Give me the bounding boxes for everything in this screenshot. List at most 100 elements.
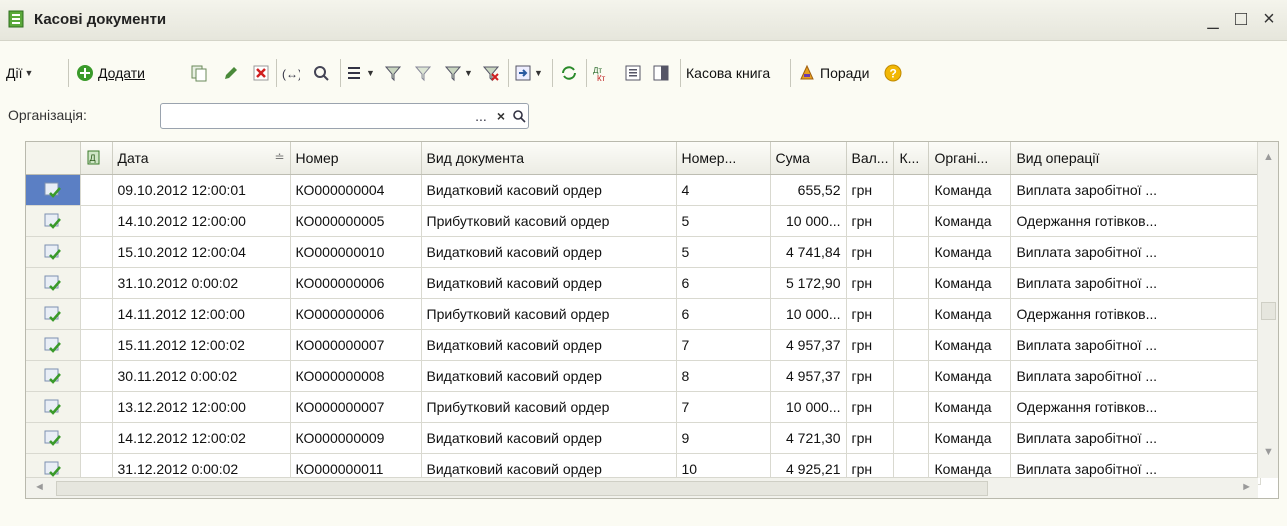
delete-button[interactable] [252,53,270,93]
organization-column-header[interactable]: Органі... [928,142,1012,175]
add-button[interactable]: Додати [76,53,145,93]
create-based-on-button[interactable]: ▼ [514,53,543,93]
organization-label: Організація: [8,107,87,123]
currency-column-header[interactable]: Вал... [846,142,895,175]
refresh-button[interactable] [560,53,578,93]
table-row[interactable]: 31.10.2012 0:00:02 КО000000006 Видатковий … [26,267,1262,299]
incoming-number-cell: 8 [676,360,771,392]
organization-cell: Команда [928,422,1012,454]
svg-text:Д: Д [89,153,95,163]
comment-column-header[interactable]: К... [893,142,930,175]
svg-text:(↔): (↔) [282,67,300,81]
amount-cell: 4 957,37 [770,360,847,392]
number-column-header[interactable]: Номер [290,142,422,175]
close-button[interactable]: × [1257,6,1281,32]
search-icon[interactable] [512,109,526,123]
clear-filter-button[interactable] [482,53,500,93]
edit-button[interactable] [222,53,240,93]
debit-credit-icon: ДтКт [593,66,606,82]
table-row[interactable]: 15.11.2012 12:00:02 КО000000007 Видатковий… [26,329,1262,361]
amount-column-header[interactable]: Сума [770,142,847,175]
comment-cell [893,360,930,392]
currency-cell: грн [846,205,895,237]
organization-cell: Команда [928,360,1012,392]
date-cell: 15.11.2012 12:00:02 [112,329,291,361]
organization-cell: Команда [928,267,1012,299]
date-cell: 14.10.2012 12:00:00 [112,205,291,237]
doc-type-cell: Видатковий касовий ордер [421,422,677,454]
organization-select-button[interactable]: ... [472,106,490,126]
scroll-down-icon[interactable]: ▼ [1263,446,1274,458]
row-status-cell [26,422,81,454]
number-cell: КО000000010 [290,236,422,268]
journal-button[interactable] [624,53,642,93]
structure-button[interactable] [652,53,670,93]
doc-type-cell: Прибутковий касовий ордер [421,298,677,330]
filter-button[interactable] [384,53,402,93]
table-row[interactable]: 14.10.2012 12:00:00 КО000000005 Прибуткови… [26,205,1262,237]
delete-icon [253,65,269,81]
comment-cell [893,205,930,237]
horizontal-scroll-thumb[interactable] [56,481,988,496]
organization-clear-button[interactable]: × [492,106,510,126]
table-row[interactable]: 13.12.2012 12:00:00 КО000000007 Прибуткови… [26,391,1262,423]
table-row[interactable]: 15.10.2012 12:00:04 КО000000010 Видатковий… [26,236,1262,268]
table-row[interactable]: 14.12.2012 12:00:02 КО000000009 Видатковий… [26,422,1262,454]
posted-document-icon [44,399,61,415]
amount-cell: 10 000... [770,391,847,423]
row-status-cell [26,298,81,330]
table-row[interactable]: 14.11.2012 12:00:00 КО000000006 Прибуткови… [26,298,1262,330]
number-cell: КО000000004 [290,174,422,206]
horizontal-scrollbar[interactable]: ◄ ► [26,477,1258,498]
posted-icon: Д [87,150,99,164]
filter-history-button[interactable]: ▼ [444,53,473,93]
scroll-right-icon[interactable]: ► [1241,481,1252,493]
sort-ascending-icon: ≐ [274,150,285,164]
maximize-button[interactable]: □ [1229,6,1253,32]
vertical-scroll-thumb[interactable] [1261,302,1276,320]
interval-button[interactable]: (↔) [282,53,300,93]
posted-column-header[interactable]: Д [80,142,113,175]
table-row[interactable]: 09.10.2012 12:00:01 КО000000004 Видатковий… [26,174,1262,206]
table-row[interactable]: 30.11.2012 0:00:02 КО000000008 Видатковий … [26,360,1262,392]
vertical-scrollbar[interactable]: ▲ ▼ [1257,142,1278,478]
cash-book-button[interactable]: Касова книга [686,53,770,93]
incoming-number-cell: 6 [676,298,771,330]
organization-field[interactable]: ... × [160,103,529,129]
operation-type-column-header[interactable]: Вид операції [1010,142,1262,175]
posted-document-icon [44,213,61,229]
svg-text:Кт: Кт [597,74,606,82]
posted-document-icon [44,337,61,353]
comment-cell [893,329,930,361]
organization-cell: Команда [928,236,1012,268]
row-status-cell [26,236,81,268]
list-view-button[interactable]: ▼ [346,53,375,93]
incoming-number-column-header[interactable]: Номер... [676,142,771,175]
tips-button[interactable]: Поради [798,53,869,93]
doc-type-cell: Видатковий касовий ордер [421,360,677,392]
comment-cell [893,236,930,268]
currency-cell: грн [846,298,895,330]
actions-menu[interactable]: Дії ▼ [6,53,33,93]
number-cell: КО000000006 [290,298,422,330]
scroll-left-icon[interactable]: ◄ [34,481,45,493]
date-cell: 14.11.2012 12:00:00 [112,298,291,330]
number-cell: КО000000009 [290,422,422,454]
minimize-button[interactable]: _ [1201,6,1225,32]
find-button[interactable] [312,53,330,93]
date-column-header[interactable]: Дата ≐ [112,142,291,175]
date-cell: 09.10.2012 12:00:01 [112,174,291,206]
cash-book-label: Касова книга [686,65,771,81]
scroll-up-icon[interactable]: ▲ [1263,151,1274,163]
help-button[interactable]: ? [884,53,902,93]
posted-document-icon [44,306,61,322]
doc-type-column-header[interactable]: Вид документа [421,142,677,175]
number-cell: КО000000007 [290,329,422,361]
posted-document-icon [44,461,61,477]
posted-document-icon [44,244,61,260]
row-posted-cell [80,236,113,268]
filter-by-value-button[interactable] [414,53,432,93]
toolbar: Дії ▼ Додати (↔) ▼ ▼ ▼ Дт Кт Касова книг… [0,53,1287,93]
copy-button[interactable] [190,53,208,93]
debit-credit-button[interactable]: Дт Кт [592,53,610,93]
